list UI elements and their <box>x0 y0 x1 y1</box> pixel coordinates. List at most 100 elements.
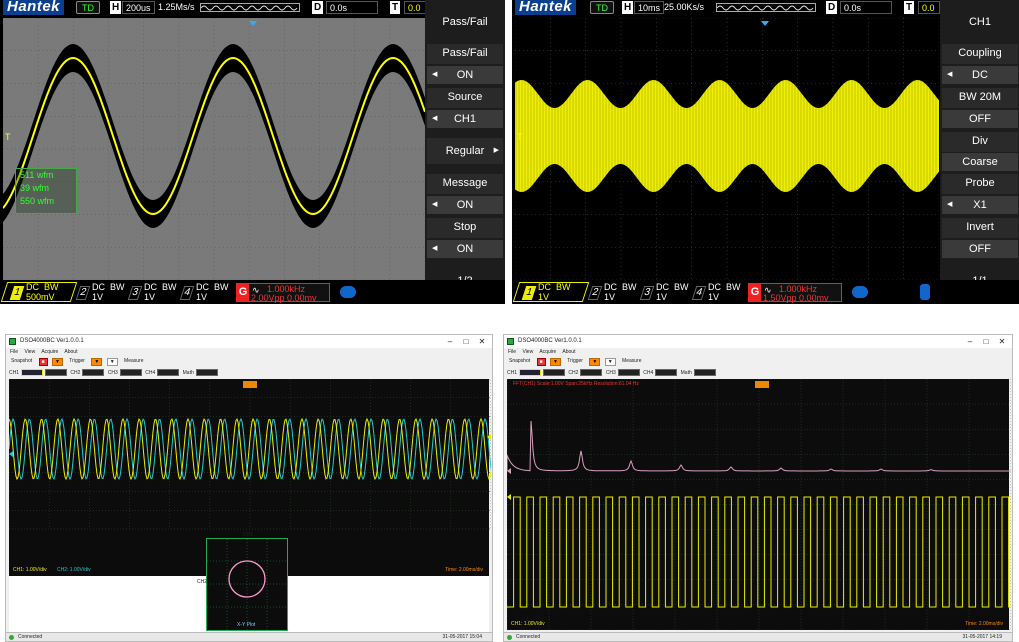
menu-div-value[interactable]: Coarse <box>942 153 1018 171</box>
run-mode-select[interactable]: ▼ <box>549 357 561 366</box>
ch1-coupling-select[interactable] <box>543 369 566 377</box>
trigger-mode-select[interactable]: ▼ <box>589 357 601 366</box>
left-arrow-icon: ◀ <box>432 201 438 208</box>
menu-acquire[interactable]: Acquire <box>539 349 556 355</box>
left-arrow-icon: ◀ <box>432 115 438 122</box>
ch1-label[interactable]: CH1 <box>9 368 19 378</box>
menu-message-label[interactable]: Message <box>427 174 503 194</box>
ch4-scale-select[interactable] <box>655 369 678 377</box>
delay-value[interactable]: 0.0s <box>840 1 892 14</box>
side-menu: CH1 Coupling ◀ DC BW 20M OFF Div Coarse P… <box>940 0 1019 304</box>
ch1-info[interactable]: 1 DC BW 500mV <box>9 283 72 302</box>
run-mode-select[interactable]: ▼ <box>51 357 63 366</box>
time-readout: Time: 2.00ms/div <box>965 621 1003 627</box>
ch1-info[interactable]: 1 DC BW 1V <box>521 283 584 302</box>
trigger-level-value[interactable]: 0.0 <box>918 1 940 14</box>
ch3-scale-select[interactable] <box>617 369 640 377</box>
maximize-button[interactable]: □ <box>978 335 994 348</box>
trigger-button[interactable]: Trigger <box>565 358 585 366</box>
ch2-scale-select[interactable] <box>580 369 603 377</box>
menu-div-label[interactable]: Div <box>942 132 1018 152</box>
math-label[interactable]: Math <box>681 368 692 378</box>
stop-button[interactable]: ■ <box>38 357 48 366</box>
ch2-scale-select[interactable] <box>82 369 105 377</box>
close-button[interactable]: ✕ <box>994 335 1010 348</box>
stop-button[interactable]: ■ <box>536 357 546 366</box>
measure-button[interactable]: Measure <box>620 358 643 366</box>
ch1-scale-select[interactable] <box>21 369 44 377</box>
channel-bar: 1 DC BW 500mV 2 DC BW 1V 3 DC BW 1V 4 DC… <box>0 280 505 304</box>
math-label[interactable]: Math <box>183 368 194 378</box>
menu-stop-label[interactable]: Stop <box>427 218 503 238</box>
minimize-button[interactable]: – <box>442 335 458 348</box>
ch2-info[interactable]: 2 DC BW 1V <box>587 283 640 302</box>
menu-coupling-label[interactable]: Coupling <box>942 44 1018 64</box>
ch2-label[interactable]: CH2 <box>568 368 578 378</box>
menu-bw-value[interactable]: OFF <box>942 110 1018 128</box>
close-button[interactable]: ✕ <box>474 335 490 348</box>
trigger-button[interactable]: Trigger <box>67 358 87 366</box>
ch1-coupling-select[interactable] <box>45 369 68 377</box>
timebase-value[interactable]: 10ms <box>634 1 665 14</box>
brand-logo: Hantek <box>515 0 577 15</box>
ch3-scale-select[interactable] <box>119 369 142 377</box>
ch3-info[interactable]: 3 DC BW 1V <box>639 283 692 302</box>
ch3-label[interactable]: CH3 <box>606 368 616 378</box>
window-titlebar: DSO4000BC Ver1.0.0.1 – □ ✕ <box>504 335 1012 348</box>
menu-probe-label[interactable]: Probe <box>942 174 1018 194</box>
ch1-scale-select[interactable] <box>519 369 542 377</box>
ch1-label[interactable]: CH1 <box>507 368 517 378</box>
menu-about[interactable]: About <box>562 349 575 355</box>
ch4-label[interactable]: CH4 <box>643 368 653 378</box>
xy-plot[interactable]: CH1 CH2 X-Y Plot <box>197 532 288 631</box>
menu-passfail-value[interactable]: ◀ ON <box>427 66 503 84</box>
source-select[interactable]: ▼ <box>604 357 616 366</box>
menu-source-label[interactable]: Source <box>427 88 503 108</box>
waveform-area[interactable]: T <box>515 18 939 280</box>
ch4-info[interactable]: 4 DC BW 1V <box>691 283 744 302</box>
timebase-value[interactable]: 200us <box>122 1 155 14</box>
menu-message-value[interactable]: ◀ ON <box>427 196 503 214</box>
generator-info[interactable]: G ∿ 1.000kHz 1.50Vpp 0.00mv <box>748 283 842 303</box>
menu-passfail-label[interactable]: Pass/Fail <box>427 44 503 64</box>
waveform-screen[interactable]: FFT(CH1) Scale:1.00V Span:25kHz Resoluti… <box>506 378 1012 631</box>
total-count: 550 wfm <box>20 196 55 206</box>
menu-regular[interactable]: Regular ▶ <box>427 138 503 164</box>
minimize-button[interactable]: – <box>962 335 978 348</box>
ch4-label[interactable]: CH4 <box>145 368 155 378</box>
menu-stop-value[interactable]: ◀ ON <box>427 240 503 258</box>
usb-icon <box>852 286 868 298</box>
snapshot-button[interactable]: Snapshot <box>9 358 34 366</box>
menu-invert-value[interactable]: OFF <box>942 240 1018 258</box>
menu-view[interactable]: View <box>24 349 35 355</box>
menu-acquire[interactable]: Acquire <box>41 349 58 355</box>
snapshot-button[interactable]: Snapshot <box>507 358 532 366</box>
ch2-info[interactable]: 2 DC BW 1V <box>75 283 128 302</box>
math-select[interactable] <box>693 369 716 377</box>
ch4-scale-select[interactable] <box>157 369 180 377</box>
app-icon <box>9 338 16 345</box>
menu-file[interactable]: File <box>508 349 516 355</box>
ch4-info[interactable]: 4 DC BW 1V <box>179 283 232 302</box>
measure-button[interactable]: Measure <box>122 358 145 366</box>
menu-view[interactable]: View <box>522 349 533 355</box>
ch3-info[interactable]: 3 DC BW 1V <box>127 283 180 302</box>
generator-info[interactable]: G ∿ 1.000kHz 2.00Vpp 0.00mv <box>236 283 330 303</box>
maximize-button[interactable]: □ <box>458 335 474 348</box>
menu-probe-value[interactable]: ◀ X1 <box>942 196 1018 214</box>
menu-file[interactable]: File <box>10 349 18 355</box>
ch2-label[interactable]: CH2 <box>70 368 80 378</box>
menu-bw-label[interactable]: BW 20M <box>942 88 1018 108</box>
math-select[interactable] <box>195 369 218 377</box>
delay-value[interactable]: 0.0s <box>326 1 378 14</box>
trigger-mode-select[interactable]: ▼ <box>91 357 103 366</box>
waveform-area[interactable]: T <box>3 18 425 280</box>
menu-coupling-value[interactable]: ◀ DC <box>942 66 1018 84</box>
menu-source-value[interactable]: ◀ CH1 <box>427 110 503 128</box>
trigger-level-value[interactable]: 0.0 <box>404 1 426 14</box>
menu-invert-label[interactable]: Invert <box>942 218 1018 238</box>
ch3-label[interactable]: CH3 <box>108 368 118 378</box>
menu-about[interactable]: About <box>64 349 77 355</box>
source-select[interactable]: ▼ <box>106 357 118 366</box>
usb-drive-icon <box>920 284 930 300</box>
